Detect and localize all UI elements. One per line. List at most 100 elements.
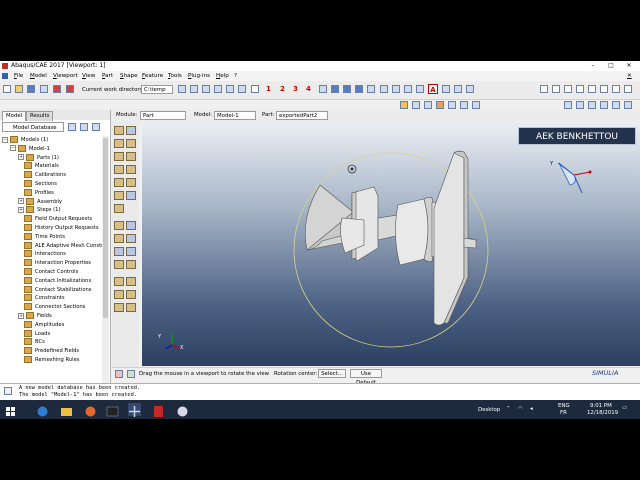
tree-scrollbar[interactable]: [102, 136, 109, 419]
tree-item[interactable]: Constraints: [18, 294, 65, 303]
render-icon[interactable]: [392, 85, 400, 93]
tree-item[interactable]: Interactions: [18, 250, 66, 259]
tile-icon[interactable]: [331, 85, 339, 93]
create-solid-extrude-icon[interactable]: [114, 139, 124, 148]
notifications-icon[interactable]: ▭: [622, 405, 627, 411]
tree-item[interactable]: Predefined Fields: [18, 347, 79, 356]
print-icon[interactable]: [40, 85, 48, 93]
tree-expander-icon[interactable]: +: [18, 154, 24, 161]
wireframe-icon[interactable]: [424, 101, 432, 109]
viewport-3-button[interactable]: 3: [293, 85, 298, 93]
display-group-icon[interactable]: [472, 101, 480, 109]
select-button[interactable]: Select...: [318, 369, 346, 378]
partition-face-icon[interactable]: [114, 247, 124, 256]
tree-expand-icon[interactable]: [80, 123, 88, 131]
tree-item[interactable]: Sections: [18, 180, 57, 189]
windows-start-icon[interactable]: [4, 403, 17, 416]
tree-item[interactable]: Contact Stabilizations: [18, 285, 92, 295]
cascade-icon[interactable]: [355, 85, 363, 93]
keyboard-layout[interactable]: FR: [560, 410, 567, 416]
hidden-line-icon[interactable]: [436, 101, 444, 109]
viewport-1-button[interactable]: 1: [266, 85, 271, 93]
menu-shape[interactable]: Shape: [120, 71, 138, 81]
minimize-button[interactable]: –: [586, 61, 600, 71]
create-shell-icon[interactable]: [114, 152, 124, 161]
mirror-icon[interactable]: [114, 191, 124, 200]
viewport-4-button[interactable]: 4: [306, 85, 311, 93]
tile-horizontal-icon[interactable]: [343, 85, 351, 93]
datum-point-icon[interactable]: [114, 221, 124, 230]
model-select[interactable]: Model-1: [214, 111, 256, 120]
tree-item[interactable]: ALE Adaptive Mesh Constr: [18, 241, 102, 251]
open-file-icon[interactable]: [15, 85, 23, 93]
menu-viewport[interactable]: Viewport: [53, 71, 78, 81]
front-view-icon[interactable]: [576, 101, 584, 109]
geometry-edit-icon[interactable]: [114, 303, 124, 312]
pan-icon[interactable]: [540, 85, 548, 93]
arrow-tool-icon[interactable]: [416, 85, 424, 93]
refresh-icon[interactable]: [460, 101, 468, 109]
menu-view[interactable]: View: [82, 71, 95, 81]
tree-item[interactable]: Materials: [18, 162, 59, 171]
create-wire-icon[interactable]: [126, 152, 136, 161]
iso-view-icon[interactable]: [564, 101, 572, 109]
menu-plugins[interactable]: Plug-ins: [188, 71, 210, 81]
viewport-2-button[interactable]: 2: [280, 85, 285, 93]
tree-expander-icon[interactable]: +: [18, 198, 24, 205]
create-round-icon[interactable]: [114, 178, 124, 187]
tab-model[interactable]: Model: [2, 111, 27, 121]
tree-item[interactable]: Loads: [18, 329, 50, 339]
side-view-icon[interactable]: [624, 101, 632, 109]
auto-fit-icon[interactable]: [588, 85, 596, 93]
options-icon[interactable]: [466, 85, 474, 93]
record-icon[interactable]: [53, 85, 61, 93]
part-manager-icon[interactable]: [126, 126, 136, 135]
menu-whats-this[interactable]: ?: [234, 71, 237, 81]
abaqus-taskbar-icon[interactable]: [128, 403, 141, 417]
tree-item[interactable]: + Steps (1): [18, 206, 61, 215]
bottom-view-icon[interactable]: [612, 101, 620, 109]
app-icon[interactable]: [176, 403, 189, 417]
stop-icon[interactable]: [66, 85, 74, 93]
tree-item[interactable]: + Assembly: [18, 197, 62, 207]
edge-browser-icon[interactable]: [36, 403, 49, 417]
menu-help[interactable]: Help: [216, 71, 229, 81]
datum-plane-icon[interactable]: [114, 234, 124, 243]
virtual-topology-icon[interactable]: [126, 260, 136, 269]
tree-expander-icon[interactable]: −: [2, 136, 8, 143]
tree-item[interactable]: Profiles: [18, 188, 54, 198]
back-view-icon[interactable]: [588, 101, 596, 109]
partition-cell-icon[interactable]: [126, 247, 136, 256]
magnify-icon[interactable]: [564, 85, 572, 93]
model-database-select[interactable]: Model Database: [2, 122, 64, 132]
color-code-icon[interactable]: [400, 101, 408, 109]
tree-item[interactable]: + Fields: [18, 312, 52, 321]
tree-item[interactable]: Field Output Requests: [18, 215, 92, 224]
module-select[interactable]: Part: [140, 111, 186, 120]
firefox-icon[interactable]: [84, 403, 97, 417]
menu-part[interactable]: Part: [102, 71, 113, 81]
undo-view-icon[interactable]: [612, 85, 620, 93]
tree-item[interactable]: Connector Sections: [18, 303, 85, 312]
text-annotation-icon[interactable]: A: [428, 84, 438, 94]
tree-filter-icon[interactable]: [68, 123, 76, 131]
language-code[interactable]: ENG: [558, 403, 570, 409]
triad-icon[interactable]: [251, 85, 259, 93]
tree-item[interactable]: Interaction Properties: [18, 259, 91, 268]
camera-icon[interactable]: [380, 85, 388, 93]
menu-tools[interactable]: Tools: [168, 71, 182, 81]
tree-item[interactable]: BCs: [18, 338, 45, 347]
grid-icon[interactable]: [367, 85, 375, 93]
create-hole-icon[interactable]: [126, 165, 136, 174]
tab-results[interactable]: Results: [26, 111, 54, 121]
maximize-button[interactable]: □: [604, 61, 618, 71]
tree-item[interactable]: Amplitudes: [18, 320, 64, 330]
pick-edge-icon[interactable]: [238, 85, 246, 93]
measure-tool-icon[interactable]: [126, 277, 136, 286]
file-explorer-icon[interactable]: [60, 403, 73, 416]
view-select-icon[interactable]: [202, 85, 210, 93]
tree-scrollbar-thumb[interactable]: [103, 138, 108, 318]
viewport[interactable]: AEK BENKHETTOU Y Y X: [142, 123, 640, 366]
datum-csys-icon[interactable]: [126, 234, 136, 243]
message-toggle-icon[interactable]: [4, 387, 12, 395]
